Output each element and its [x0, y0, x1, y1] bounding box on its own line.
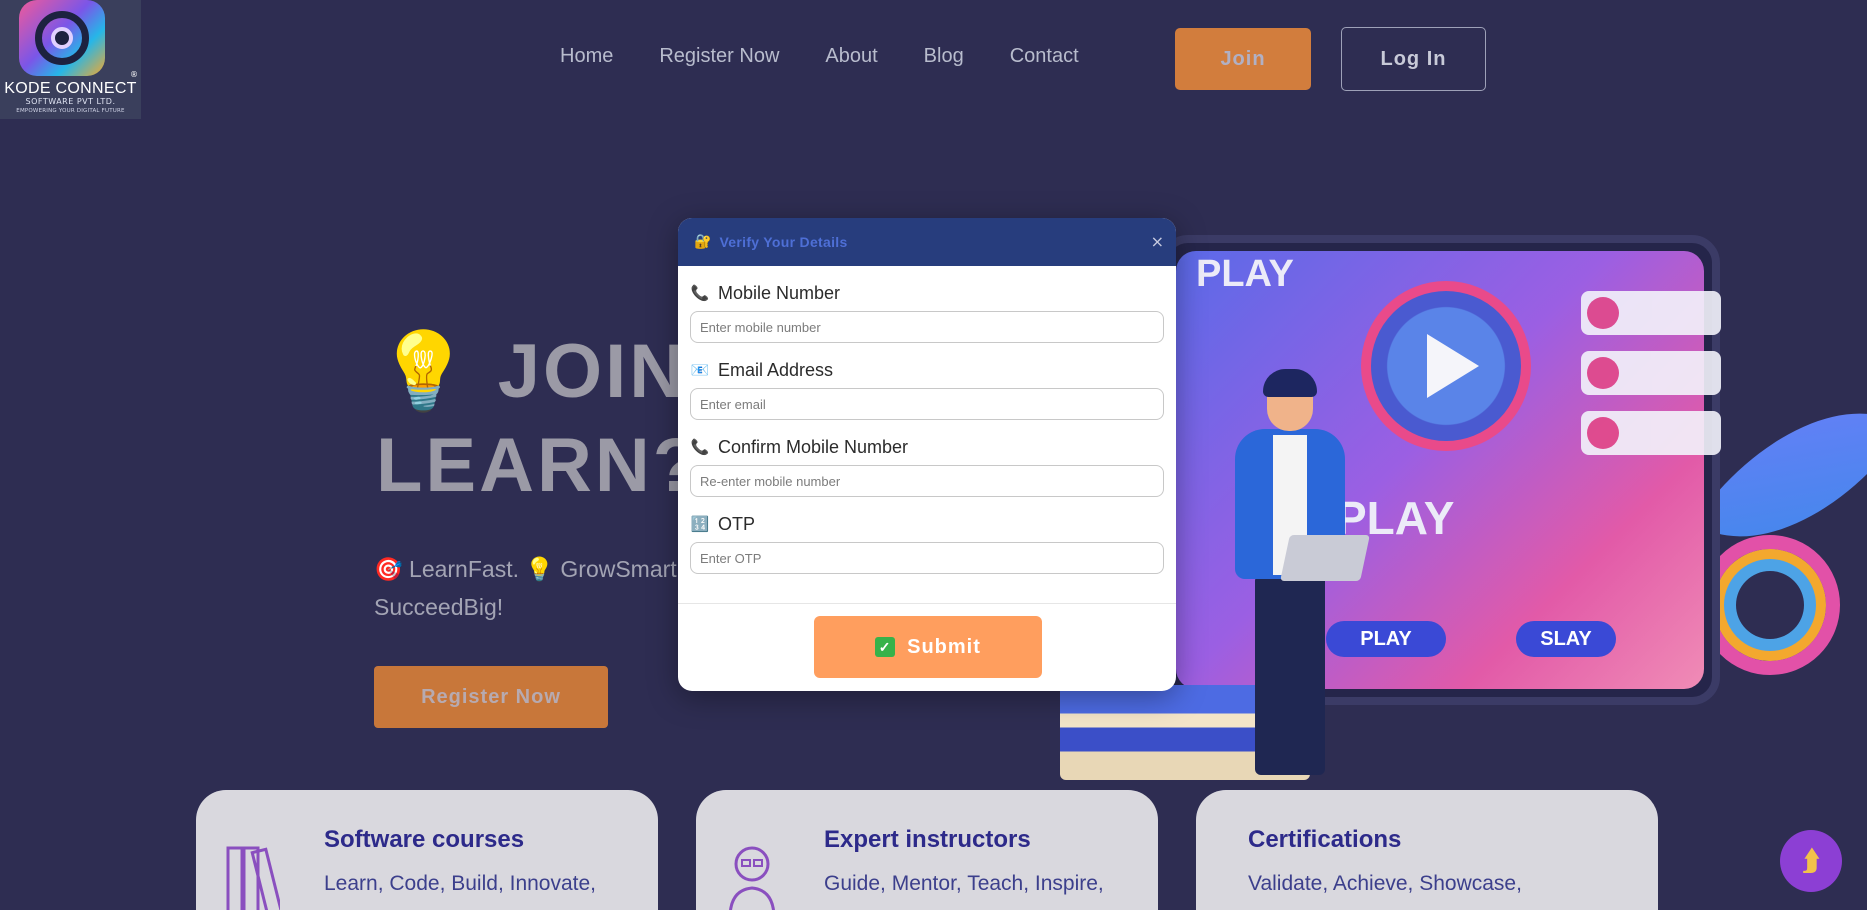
feature-card-certifications: Certifications Validate, Achieve, Showca… — [1196, 790, 1658, 910]
email-input[interactable] — [690, 388, 1164, 420]
nav-item-blog[interactable]: Blog — [924, 45, 964, 68]
hero-subtitle: 🎯 LearnFast. 💡 GrowSmart. SucceedBig! — [374, 550, 684, 626]
books-icon — [226, 846, 280, 910]
phone-icon: 📞 — [690, 438, 710, 456]
main-nav: Home Register Now About Blog Contact — [560, 45, 1125, 68]
otp-field-group: 🔢 OTP — [690, 511, 1164, 574]
otp-label: OTP — [718, 513, 756, 534]
brand-tagline: EMPOWERING YOUR DIGITAL FUTURE — [16, 108, 125, 114]
login-button[interactable]: Log In — [1341, 27, 1486, 91]
modal-footer: ✓ Submit — [678, 603, 1176, 691]
feature-cards: Software courses Learn, Code, Build, Inn… — [196, 790, 1658, 910]
list-card-3 — [1581, 411, 1721, 455]
instructor-icon — [729, 846, 775, 910]
submit-label: Submit — [907, 635, 981, 658]
landing-page: ® KODE CONNECT SOFTWARE PVT LTD. EMPOWER… — [0, 0, 1867, 910]
play-text-top: PLAY — [1196, 253, 1294, 295]
confirm-mobile-field-group: 📞 Confirm Mobile Number — [690, 434, 1164, 497]
arrow-up-icon: ⮭ — [1802, 844, 1820, 877]
nav-item-register-now[interactable]: Register Now — [659, 45, 779, 68]
hero-title: 💡 JOIN LEARN? — [376, 325, 702, 513]
play-icon — [1361, 281, 1531, 451]
feature-card-expert-instructors: Expert instructors Guide, Mentor, Teach,… — [696, 790, 1158, 910]
numbers-icon: 🔢 — [690, 515, 710, 533]
modal-body: 📞 Mobile Number 📧 Email Address 📞 Confir… — [678, 266, 1176, 574]
registered-mark: ® — [130, 70, 138, 79]
nav-item-about[interactable]: About — [825, 45, 877, 68]
feature-title: Software courses — [324, 826, 525, 853]
lightbulb-icon: 💡 — [376, 329, 474, 414]
list-card-1 — [1581, 291, 1721, 335]
hero-subtitle-line2: SucceedBig! — [374, 594, 504, 620]
email-icon: 📧 — [690, 361, 710, 379]
scroll-to-top-button[interactable]: ⮭ — [1780, 830, 1842, 892]
nav-item-contact[interactable]: Contact — [1010, 45, 1079, 68]
brand-logo[interactable]: ® KODE CONNECT SOFTWARE PVT LTD. EMPOWER… — [0, 0, 141, 119]
hero-title-line1: JOIN — [497, 329, 688, 414]
lock-icon: 🔐 — [694, 234, 712, 250]
feature-title: Expert instructors — [824, 826, 1031, 853]
brand-name: KODE CONNECT — [4, 80, 137, 97]
feature-text: Learn, Code, Build, Innovate, — [324, 872, 597, 895]
mobile-number-input[interactable] — [690, 311, 1164, 343]
submit-button[interactable]: ✓ Submit — [814, 616, 1042, 678]
mobile-number-field-group: 📞 Mobile Number — [690, 280, 1164, 343]
email-label: Email Address — [718, 359, 834, 380]
phone-icon: 📞 — [690, 284, 710, 302]
brand-subtitle: SOFTWARE PVT LTD. — [25, 97, 116, 106]
modal-title: Verify Your Details — [719, 234, 848, 250]
confirm-mobile-input[interactable] — [690, 465, 1164, 497]
join-button[interactable]: Join — [1175, 28, 1311, 90]
confirm-mobile-label: Confirm Mobile Number — [718, 436, 909, 457]
person-figure — [1215, 369, 1370, 785]
feature-title: Certifications — [1248, 826, 1402, 853]
ring-decoration — [1700, 535, 1840, 675]
logo-mark-icon — [19, 0, 105, 76]
otp-input[interactable] — [690, 542, 1164, 574]
feature-card-software-courses: Software courses Learn, Code, Build, Inn… — [196, 790, 658, 910]
slay-pill: SLAY — [1516, 621, 1616, 657]
hero-title-line2: LEARN? — [376, 423, 703, 508]
check-icon: ✓ — [875, 637, 896, 657]
nav-item-home[interactable]: Home — [560, 45, 613, 68]
hero-subtitle-line1: 🎯 LearnFast. 💡 GrowSmart. — [374, 556, 684, 582]
laptop-icon — [1280, 535, 1370, 581]
modal-header: 🔐 Verify Your Details × — [678, 218, 1176, 266]
verify-details-modal: 🔐 Verify Your Details × 📞 Mobile Number … — [678, 218, 1176, 691]
mobile-number-label: Mobile Number — [718, 282, 841, 303]
feature-text: Guide, Mentor, Teach, Inspire, — [824, 872, 1104, 895]
email-field-group: 📧 Email Address — [690, 357, 1164, 420]
hero-register-button[interactable]: Register Now — [374, 666, 608, 728]
list-card-2 — [1581, 351, 1721, 395]
close-icon[interactable]: × — [1151, 232, 1164, 252]
feature-text: Validate, Achieve, Showcase, — [1248, 872, 1522, 895]
